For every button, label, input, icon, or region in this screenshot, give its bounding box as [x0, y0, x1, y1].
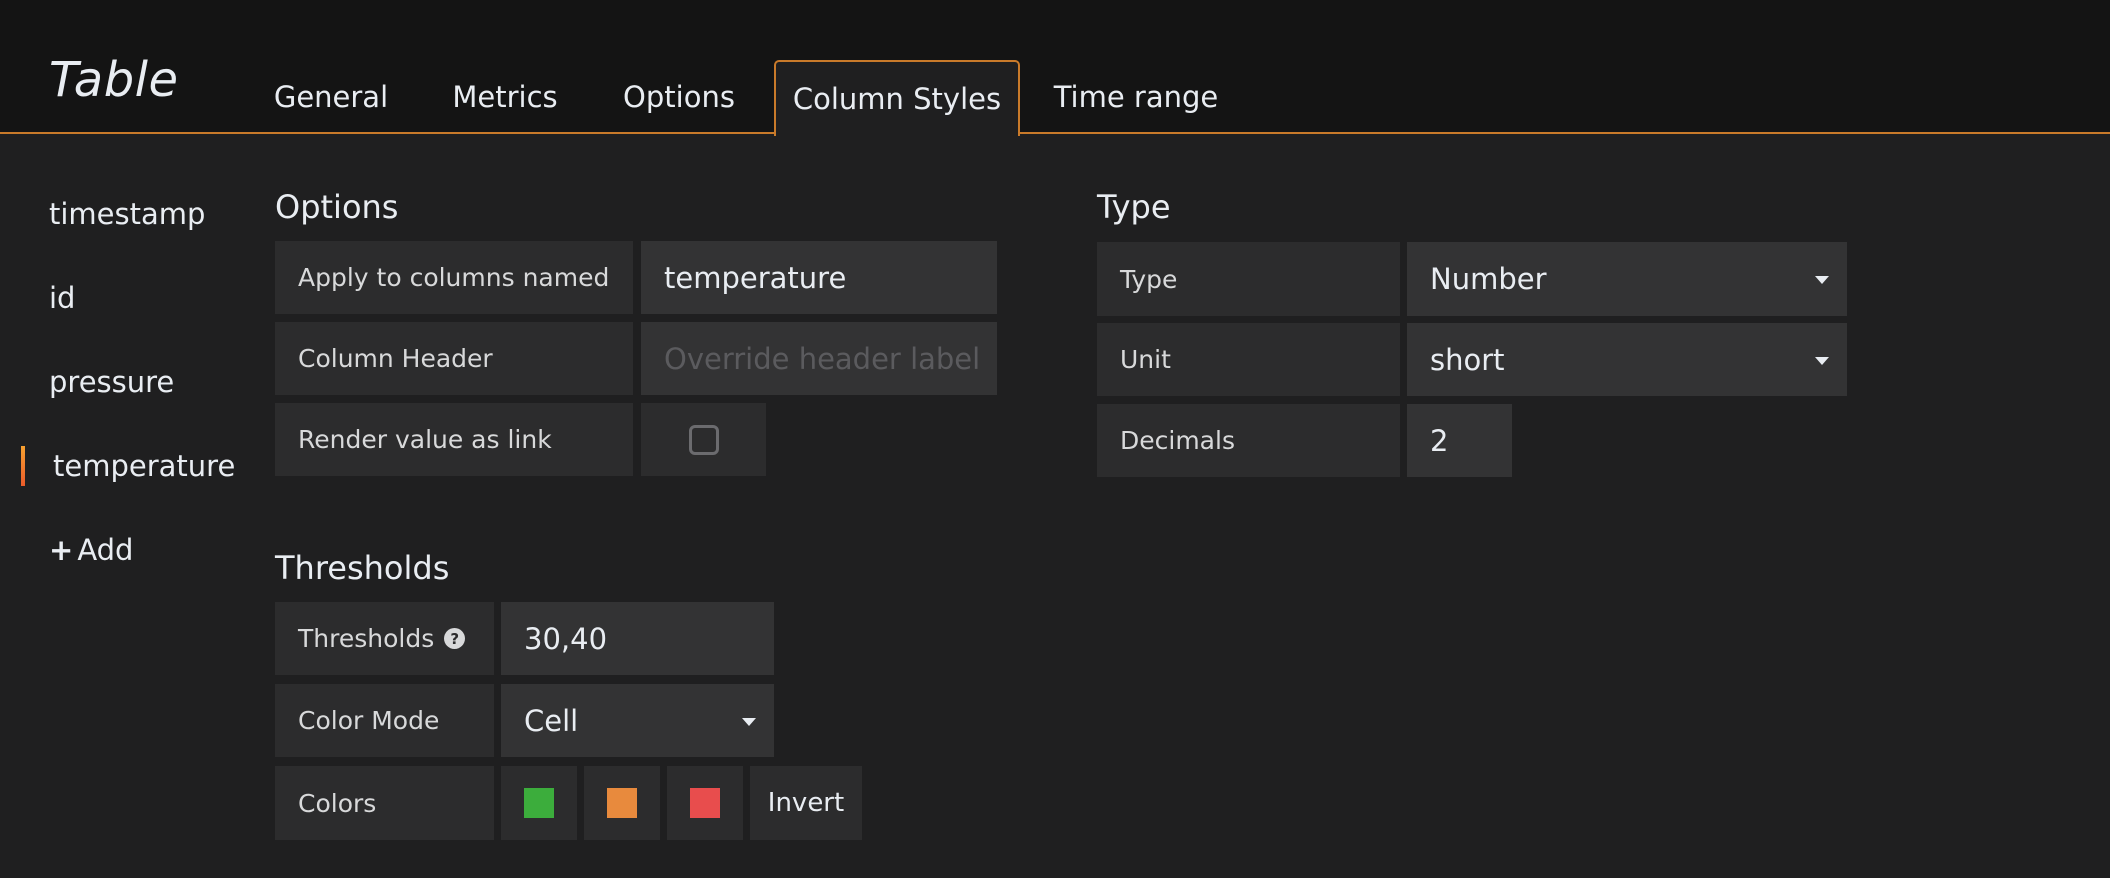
- unit-label: Unit: [1097, 323, 1400, 396]
- type-section-title: Type: [1097, 188, 1171, 226]
- plus-icon: +: [49, 533, 74, 567]
- color-swatch-orange: [607, 788, 637, 818]
- thresholds-input[interactable]: 30,40: [501, 602, 774, 675]
- decimals-label: Decimals: [1097, 404, 1400, 477]
- color-mode-label: Color Mode: [275, 684, 494, 757]
- apply-to-columns-label: Apply to columns named: [275, 241, 633, 314]
- render-link-cell: [641, 403, 766, 476]
- color-swatch-critical[interactable]: [667, 766, 743, 840]
- column-header-label: Column Header: [275, 322, 633, 395]
- color-swatch-ok[interactable]: [501, 766, 577, 840]
- chevron-down-icon: [742, 717, 756, 726]
- panel-editor-header: Table General Metrics Options Column Sty…: [0, 0, 2110, 136]
- color-swatch-warning[interactable]: [584, 766, 660, 840]
- render-link-label: Render value as link: [275, 403, 633, 476]
- type-select[interactable]: Number: [1407, 242, 1847, 316]
- sidebar-item-pressure[interactable]: pressure: [49, 365, 174, 399]
- tab-options[interactable]: Options: [604, 60, 754, 134]
- chevron-down-icon: [1815, 356, 1829, 365]
- thresholds-section-title: Thresholds: [275, 549, 450, 587]
- tab-column-styles[interactable]: Column Styles: [774, 60, 1020, 136]
- color-mode-select[interactable]: Cell: [501, 684, 774, 757]
- help-icon[interactable]: ?: [444, 628, 466, 649]
- tab-metrics[interactable]: Metrics: [430, 60, 580, 134]
- thresholds-label-text: Thresholds: [298, 624, 435, 653]
- invert-colors-button[interactable]: Invert: [750, 766, 862, 840]
- unit-select[interactable]: short: [1407, 323, 1847, 396]
- tab-time-range[interactable]: Time range: [1040, 60, 1232, 134]
- options-section-title: Options: [275, 188, 399, 226]
- decimals-input[interactable]: 2: [1407, 404, 1512, 477]
- panel-title: Table: [49, 52, 179, 108]
- type-label: Type: [1097, 242, 1400, 316]
- color-swatch-green: [524, 788, 554, 818]
- sidebar-item-timestamp[interactable]: timestamp: [49, 197, 205, 231]
- chevron-down-icon: [1815, 276, 1829, 284]
- unit-select-value: short: [1430, 342, 1505, 377]
- apply-to-columns-input[interactable]: temperature: [641, 241, 997, 314]
- colors-label: Colors: [275, 766, 494, 840]
- sidebar-item-id[interactable]: id: [49, 281, 75, 315]
- active-item-marker: [21, 446, 25, 486]
- column-header-input[interactable]: Override header label: [641, 322, 997, 395]
- sidebar-item-temperature[interactable]: temperature: [53, 449, 235, 483]
- color-mode-value: Cell: [524, 703, 579, 738]
- render-link-checkbox[interactable]: [688, 424, 719, 455]
- add-label: Add: [77, 533, 134, 567]
- add-column-style-button[interactable]: + Add: [49, 533, 133, 567]
- type-select-value: Number: [1430, 262, 1547, 296]
- thresholds-label: Thresholds ?: [275, 602, 494, 675]
- color-swatch-red: [690, 788, 720, 818]
- tab-general[interactable]: General: [255, 60, 407, 134]
